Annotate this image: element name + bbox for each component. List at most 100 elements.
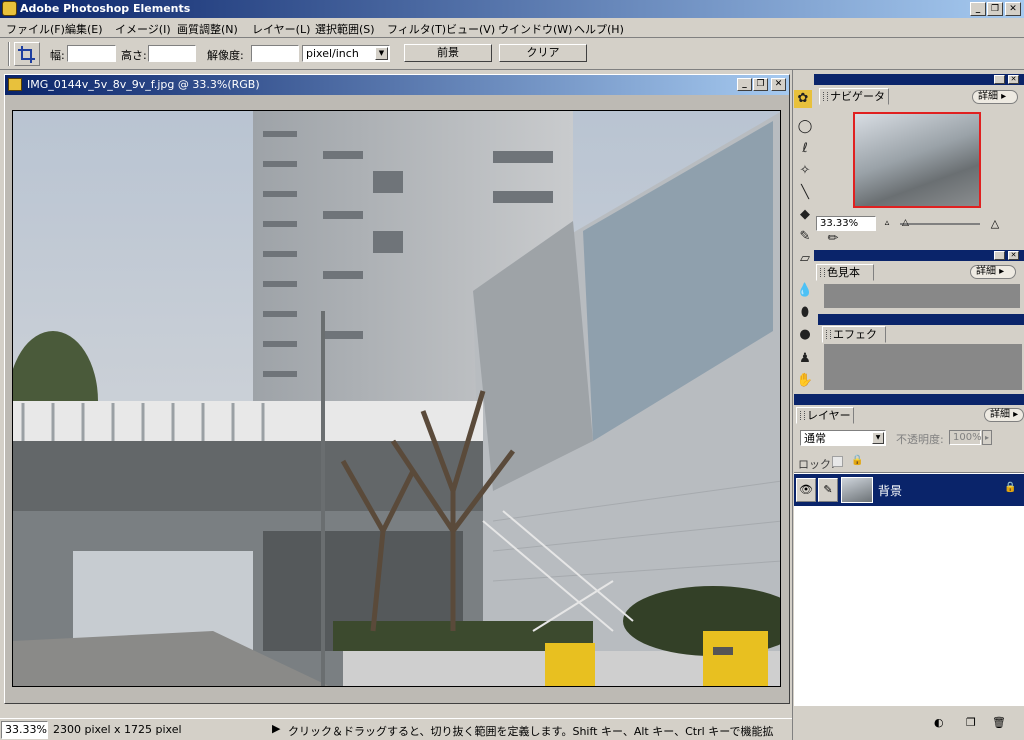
layers-palette: レイヤー 詳細 ▸ 通常 ▼ 不透明度: 100% ▸ ロック: 🔒 👁 ✎ 背… xyxy=(794,394,1024,729)
chevron-down-icon[interactable]: ▼ xyxy=(375,47,388,60)
layers-list xyxy=(794,472,1024,706)
swatches-details-label: 詳細 xyxy=(976,266,996,277)
layer-lock-icon: 🔒 xyxy=(1004,482,1017,493)
front-image-button[interactable]: 前景 xyxy=(404,44,492,62)
app-title-bar: Adobe Photoshop Elements _ ❐ ✕ xyxy=(0,0,1024,18)
app-title: Adobe Photoshop Elements xyxy=(20,2,191,15)
navigator-tab[interactable]: ナビゲータ xyxy=(819,88,889,105)
swatches-details-button[interactable]: 詳細 ▸ xyxy=(970,265,1016,279)
blend-mode-select[interactable]: 通常 ▼ xyxy=(800,430,886,446)
stamp-tool-icon[interactable]: ♟ xyxy=(796,350,814,368)
menu-image[interactable]: イメージ(I) xyxy=(115,21,171,37)
document-window: IMG_0144v_5v_8v_9v_f.jpg @ 33.3%(RGB) _ … xyxy=(4,74,790,704)
sunflower-icon: ✿ xyxy=(794,90,812,108)
brush-icon[interactable]: ✎ xyxy=(818,478,838,502)
menu-edit[interactable]: 編集(E) xyxy=(65,21,103,37)
navigator-details-button[interactable]: 詳細 ▸ xyxy=(972,90,1018,104)
zoom-out-icon[interactable]: ▵ xyxy=(880,218,894,230)
minimize-button[interactable]: _ xyxy=(970,2,986,16)
unit-select[interactable]: pixel/inch ▼ xyxy=(302,45,390,62)
swatches-minimize-button[interactable] xyxy=(994,251,1005,260)
navigator-preview[interactable] xyxy=(853,112,981,208)
zoom-in-icon[interactable]: △ xyxy=(986,217,1004,230)
layer-name: 背景 xyxy=(878,484,903,498)
photo xyxy=(13,111,780,686)
menu-view[interactable]: ビュー(V) xyxy=(446,21,495,37)
doc-restore-button[interactable]: ❐ xyxy=(753,78,768,91)
status-hint: クリック＆ドラッグすると、切り抜く範囲を定義します。Shift キー、Alt キ… xyxy=(288,725,774,738)
marquee-tool-icon[interactable]: ◯ xyxy=(796,118,814,136)
menu-window[interactable]: ウインドウ(W) xyxy=(498,21,572,37)
navigator-header: ✕ xyxy=(814,74,1024,85)
status-image-size: 2300 pixel x 1725 pixel xyxy=(53,723,182,736)
opacity-field[interactable]: 100% xyxy=(949,430,982,445)
swatches-close-button[interactable]: ✕ xyxy=(1008,251,1019,260)
line-tool-icon[interactable]: ╲ xyxy=(796,184,814,202)
restore-button[interactable]: ❐ xyxy=(987,2,1003,16)
new-layer-icon[interactable]: ❐ xyxy=(966,716,976,729)
layers-details-label: 詳細 xyxy=(990,409,1010,420)
effects-tab[interactable]: エフェクト xyxy=(822,326,886,356)
blend-mode-value: 通常 xyxy=(804,432,826,445)
magic-wand-tool-icon[interactable]: ✧ xyxy=(796,162,814,180)
doc-close-button[interactable]: ✕ xyxy=(771,78,786,91)
lasso-tool-icon[interactable]: ℓ xyxy=(796,140,814,158)
navigator-zoom-field[interactable]: 33.33% xyxy=(816,216,876,231)
chevron-down-icon[interactable]: ▼ xyxy=(872,432,884,444)
navigator-zoom-slider[interactable] xyxy=(900,223,980,225)
layers-details-button[interactable]: 詳細 ▸ xyxy=(984,408,1024,422)
resolution-label: 解像度: xyxy=(207,49,244,62)
width-field[interactable] xyxy=(67,45,116,62)
clear-button[interactable]: クリア xyxy=(499,44,587,62)
adjustment-layer-icon[interactable]: ◐ xyxy=(934,716,944,729)
pencil-tool-icon[interactable]: ✏ xyxy=(824,230,842,248)
effects-palette: エフェクト xyxy=(818,314,1024,392)
menu-select[interactable]: 選択範囲(S) xyxy=(315,21,375,37)
fill-tool-icon[interactable]: ◆ xyxy=(796,206,814,224)
options-bar: 幅: 高さ: 解像度: pixel/inch ▼ 前景 クリア xyxy=(0,38,1024,70)
swatches-tab[interactable]: 色見本 xyxy=(816,264,874,281)
width-label: 幅: xyxy=(50,49,65,62)
brush-tool-icon[interactable]: ✎ xyxy=(796,228,814,246)
navigator-details-label: 詳細 xyxy=(978,91,998,102)
sponge-tool-icon[interactable]: ⬮ xyxy=(796,304,814,322)
lock-icon[interactable]: 🔒 xyxy=(851,455,863,466)
slider-thumb-icon[interactable]: △ xyxy=(902,218,909,228)
eraser-tool-icon[interactable]: ▱ xyxy=(796,250,814,268)
status-arrow-icon[interactable]: ▶ xyxy=(272,722,280,735)
blur-tool-icon[interactable]: 💧 xyxy=(796,282,814,300)
hand-tool-icon[interactable]: ✋ xyxy=(796,372,814,390)
navigator-minimize-button[interactable] xyxy=(994,75,1005,84)
app-icon xyxy=(2,1,17,16)
navigator-close-button[interactable]: ✕ xyxy=(1008,75,1019,84)
menu-file[interactable]: ファイル(F) xyxy=(6,21,65,37)
swatches-area[interactable] xyxy=(824,284,1020,308)
eye-icon[interactable]: 👁 xyxy=(796,478,816,502)
layers-header xyxy=(794,394,1024,405)
unit-value: pixel/inch xyxy=(306,47,359,60)
crop-tool-icon[interactable] xyxy=(14,42,40,66)
dodge-tool-icon[interactable]: ● xyxy=(796,326,814,344)
menu-help[interactable]: ヘルプ(H) xyxy=(574,21,624,37)
layers-tab[interactable]: レイヤー xyxy=(796,407,854,424)
menu-bar: ファイル(F) 編集(E) イメージ(I) 画質調整(N) レイヤー(L) 選択… xyxy=(0,18,1024,38)
status-zoom-field[interactable]: 33.33% xyxy=(1,721,48,739)
image-canvas[interactable] xyxy=(12,110,781,687)
height-field[interactable] xyxy=(148,45,196,62)
document-icon xyxy=(8,78,22,91)
menu-layer[interactable]: レイヤー(L) xyxy=(252,21,310,37)
doc-minimize-button[interactable]: _ xyxy=(737,78,752,91)
lock-transparency-checkbox[interactable] xyxy=(832,456,843,467)
status-bar: 33.33% 2300 pixel x 1725 pixel ▶ クリック＆ドラ… xyxy=(0,718,792,740)
layer-row-background[interactable]: 👁 ✎ 背景 🔒 xyxy=(794,474,1024,506)
swatches-header: ✕ xyxy=(814,250,1024,261)
menu-filter[interactable]: フィルタ(T) xyxy=(387,21,446,37)
height-label: 高さ: xyxy=(121,49,147,62)
opacity-arrow-icon[interactable]: ▸ xyxy=(982,430,992,445)
resolution-field[interactable] xyxy=(251,45,299,62)
trash-icon[interactable]: 🗑 xyxy=(992,716,1006,729)
toolbox: ✿ ◯ ℓ ✧ ╲ ◆ ✎ ▱ 💧 ⬮ ● ♟ ✋ xyxy=(794,88,816,398)
close-button[interactable]: ✕ xyxy=(1005,2,1021,16)
navigator-palette: ✕ ナビゲータ 詳細 ▸ 33.33% ▵ △ △ xyxy=(814,74,1024,232)
menu-enhance[interactable]: 画質調整(N) xyxy=(177,21,238,37)
